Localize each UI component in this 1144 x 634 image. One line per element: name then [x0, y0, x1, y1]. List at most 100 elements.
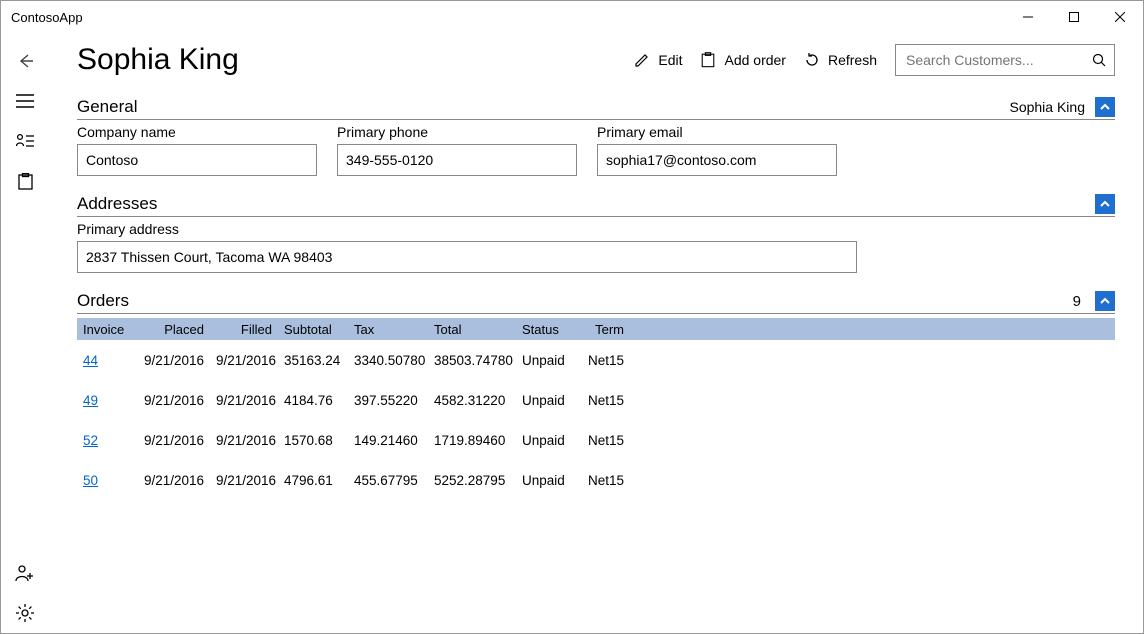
header-actions: Edit Add order Refresh [634, 44, 1115, 76]
chevron-up-icon [1099, 101, 1111, 113]
cell-term: Net15 [572, 353, 630, 368]
general-section-title: General [77, 97, 137, 117]
window-title: ContosoApp [11, 10, 83, 25]
cell-tax: 149.21460 [348, 433, 428, 448]
cell-filled: 9/21/2016 [210, 353, 278, 368]
invoice-link[interactable]: 44 [83, 353, 98, 368]
addresses-collapse-toggle[interactable] [1095, 194, 1115, 214]
invoice-link[interactable]: 52 [83, 433, 98, 448]
orders-section-title: Orders [77, 291, 129, 311]
cell-total: 1719.89460 [428, 433, 516, 448]
orders-table-header: Invoice Placed Filled Subtotal Tax Total… [77, 318, 1115, 340]
col-header-term[interactable]: Term [572, 322, 630, 337]
invoice-link[interactable]: 50 [83, 473, 98, 488]
col-header-subtotal[interactable]: Subtotal [278, 322, 348, 337]
invoice-link[interactable]: 49 [83, 393, 98, 408]
customers-nav-item[interactable] [1, 121, 49, 161]
cell-tax: 455.67795 [348, 473, 428, 488]
company-label: Company name [77, 124, 317, 140]
cell-subtotal: 1570.68 [278, 433, 348, 448]
page-header: Sophia King Edit Add order Refresh [77, 43, 1115, 77]
cell-subtotal: 4184.76 [278, 393, 348, 408]
cell-total: 4582.31220 [428, 393, 516, 408]
orders-nav-item[interactable] [1, 161, 49, 201]
cell-filled: 9/21/2016 [210, 473, 278, 488]
primary-address-input[interactable] [77, 241, 857, 273]
company-input[interactable] [77, 144, 317, 176]
orders-table-body: 449/21/20169/21/201635163.243340.5078038… [77, 340, 1115, 500]
col-header-filled[interactable]: Filled [210, 322, 278, 337]
edit-button[interactable]: Edit [634, 52, 682, 68]
maximize-icon [1069, 12, 1079, 22]
refresh-icon [804, 52, 820, 68]
table-row[interactable]: 449/21/20169/21/201635163.243340.5078038… [77, 340, 1115, 380]
people-list-icon [16, 133, 34, 149]
main-content: Sophia King Edit Add order Refresh [49, 33, 1143, 633]
primary-address-label: Primary address [77, 221, 857, 237]
cell-total: 5252.28795 [428, 473, 516, 488]
close-icon [1115, 12, 1125, 22]
menu-button[interactable] [1, 81, 49, 121]
table-row[interactable]: 509/21/20169/21/20164796.61455.677955252… [77, 460, 1115, 500]
cell-subtotal: 4796.61 [278, 473, 348, 488]
minimize-icon [1023, 12, 1033, 22]
cell-term: Net15 [572, 393, 630, 408]
add-order-button[interactable]: Add order [700, 52, 785, 68]
minimize-button[interactable] [1005, 1, 1051, 33]
cell-placed: 9/21/2016 [132, 473, 210, 488]
maximize-button[interactable] [1051, 1, 1097, 33]
chevron-up-icon [1099, 198, 1111, 210]
chevron-up-icon [1099, 295, 1111, 307]
cell-status: Unpaid [516, 433, 572, 448]
titlebar: ContosoApp [1, 1, 1143, 33]
phone-input[interactable] [337, 144, 577, 176]
search-icon [1092, 53, 1106, 67]
cell-tax: 397.55220 [348, 393, 428, 408]
orders-section-header: Orders 9 [77, 291, 1115, 314]
orders-collapse-toggle[interactable] [1095, 291, 1115, 311]
add-customer-nav-item[interactable] [1, 553, 49, 593]
app-window: ContosoApp [0, 0, 1144, 634]
cell-status: Unpaid [516, 353, 572, 368]
add-order-label: Add order [724, 52, 785, 68]
sidebar-nav [1, 33, 49, 633]
general-collapse-toggle[interactable] [1095, 97, 1115, 117]
phone-label: Primary phone [337, 124, 577, 140]
refresh-button[interactable]: Refresh [804, 52, 877, 68]
edit-label: Edit [658, 52, 682, 68]
pencil-icon [634, 52, 650, 68]
cell-tax: 3340.50780 [348, 353, 428, 368]
col-header-invoice[interactable]: Invoice [77, 322, 132, 337]
back-arrow-icon [16, 52, 34, 70]
refresh-label: Refresh [828, 52, 877, 68]
email-input[interactable] [597, 144, 837, 176]
general-section-header: General Sophia King [77, 97, 1115, 120]
col-header-total[interactable]: Total [428, 322, 516, 337]
cell-status: Unpaid [516, 473, 572, 488]
gear-icon [16, 604, 34, 622]
table-row[interactable]: 499/21/20169/21/20164184.76397.552204582… [77, 380, 1115, 420]
back-button[interactable] [1, 41, 49, 81]
close-button[interactable] [1097, 1, 1143, 33]
table-row[interactable]: 529/21/20169/21/20161570.68149.214601719… [77, 420, 1115, 460]
cell-placed: 9/21/2016 [132, 393, 210, 408]
addresses-fields: Primary address [77, 221, 1115, 273]
cell-term: Net15 [572, 433, 630, 448]
general-section-subtitle: Sophia King [1009, 99, 1085, 115]
search-box[interactable] [895, 44, 1115, 76]
col-header-status[interactable]: Status [516, 322, 572, 337]
settings-nav-item[interactable] [1, 593, 49, 633]
addresses-section-title: Addresses [77, 194, 157, 214]
page-title: Sophia King [77, 43, 239, 77]
general-fields: Company name Primary phone Primary email [77, 124, 1115, 176]
clipboard-icon [700, 52, 716, 68]
cell-filled: 9/21/2016 [210, 393, 278, 408]
col-header-tax[interactable]: Tax [348, 322, 428, 337]
cell-status: Unpaid [516, 393, 572, 408]
clipboard-icon [18, 173, 33, 190]
search-input[interactable] [904, 51, 1092, 69]
cell-placed: 9/21/2016 [132, 433, 210, 448]
cell-term: Net15 [572, 473, 630, 488]
window-controls [1005, 1, 1143, 33]
col-header-placed[interactable]: Placed [132, 322, 210, 337]
